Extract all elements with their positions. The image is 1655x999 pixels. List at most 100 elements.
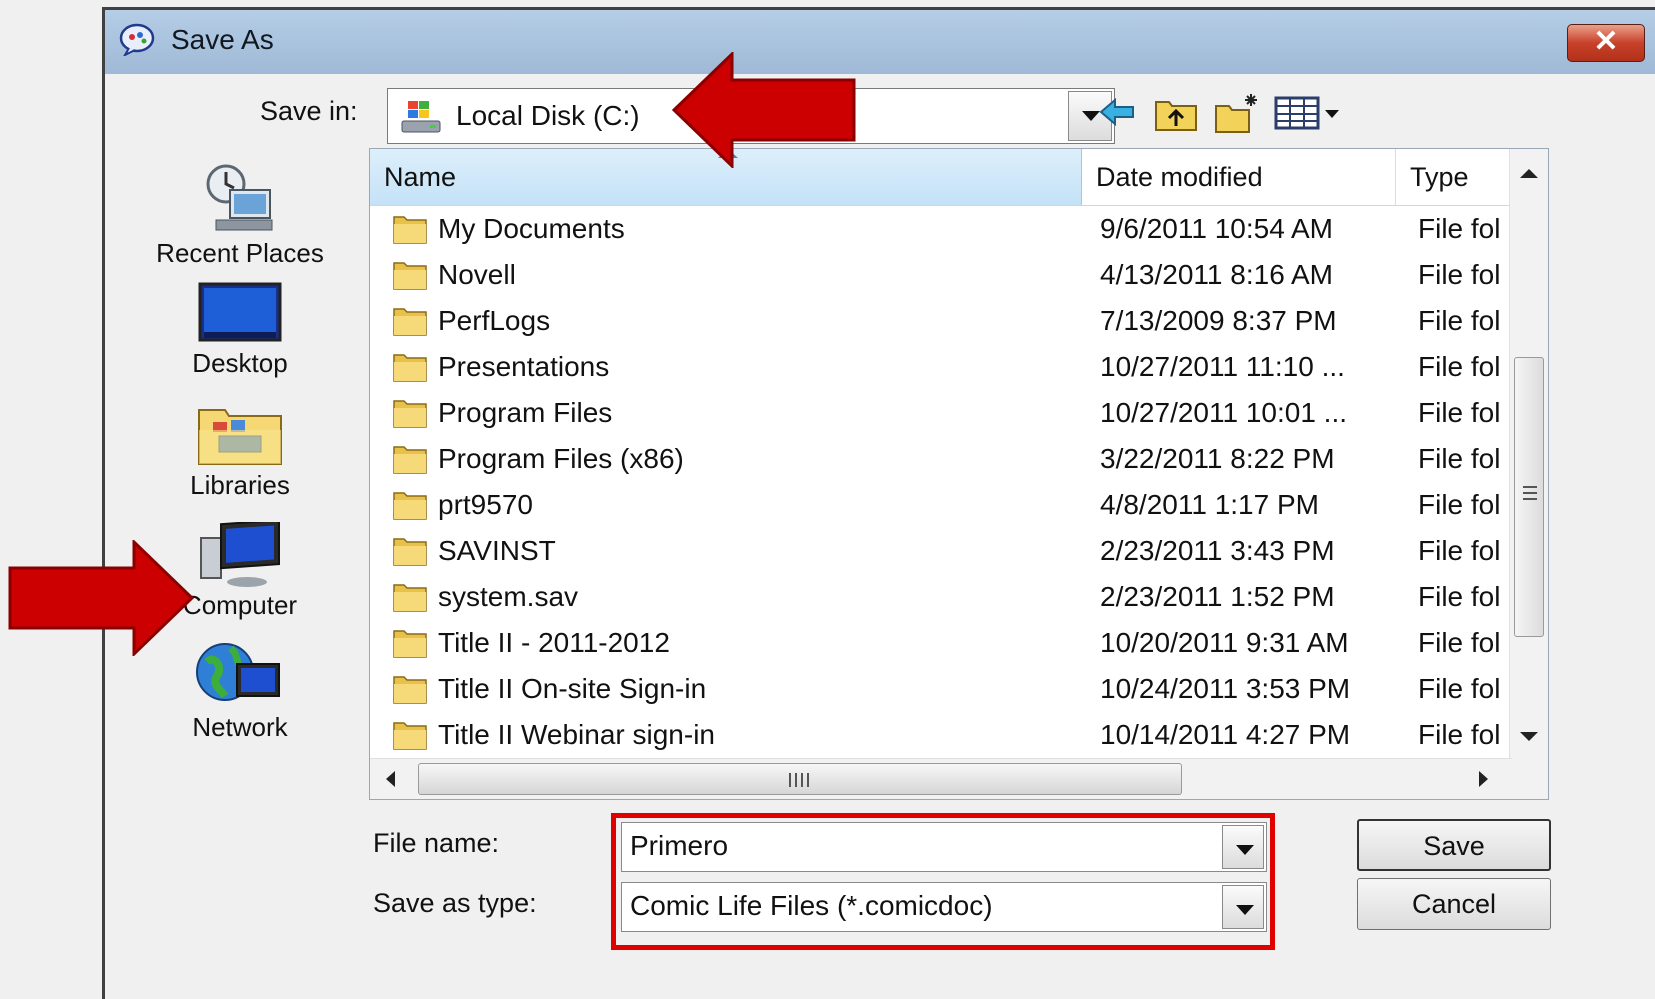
date-modified-cell: 2/23/2011 1:52 PM [1100, 581, 1335, 612]
folder-icon [393, 630, 427, 658]
column-header-row: Name Date modified Type [370, 149, 1548, 206]
place-desktop[interactable]: Desktop [135, 280, 345, 379]
date-modified-cell: 10/20/2011 9:31 AM [1100, 627, 1349, 658]
file-row[interactable]: prt9570 4/8/2011 1:17 PM File fol [370, 481, 1510, 527]
view-menu-icon[interactable] [1273, 90, 1343, 134]
date-modified-cell: 9/6/2011 10:54 AM [1100, 213, 1333, 244]
local-disk-icon [401, 101, 441, 133]
title-bar: Save As ✕ [105, 10, 1655, 74]
network-icon [196, 643, 280, 701]
file-row[interactable]: Program Files (x86) 3/22/2011 8:22 PM File… [370, 435, 1510, 481]
file-row[interactable]: SAVINST 2/23/2011 3:43 PM File fol [370, 527, 1510, 573]
folder-icon [393, 308, 427, 336]
scroll-up-icon[interactable] [1520, 169, 1538, 178]
folder-icon [393, 492, 427, 520]
type-cell: File fol [1418, 397, 1501, 428]
file-name-cell: Program Files [438, 397, 613, 428]
date-modified-cell: 4/13/2011 8:16 AM [1100, 259, 1333, 290]
new-folder-icon[interactable] [1213, 90, 1261, 134]
file-row[interactable]: Title II On-site Sign-in 10/24/2011 3:53 … [370, 665, 1510, 711]
dialog-title: Save As [171, 24, 274, 55]
column-header-label: Name [384, 162, 457, 192]
type-cell: File fol [1418, 489, 1501, 520]
folder-icon [393, 584, 427, 612]
file-name-cell: PerfLogs [438, 305, 551, 336]
vertical-scrollbar[interactable] [1509, 149, 1548, 761]
place-label: Network [192, 712, 288, 742]
date-modified-cell: 7/13/2009 8:37 PM [1100, 305, 1337, 336]
type-cell: File fol [1418, 305, 1501, 336]
date-modified-cell: 10/24/2011 3:53 PM [1100, 673, 1351, 704]
type-cell: File fol [1418, 535, 1501, 566]
highlight-annotation-box [611, 813, 1275, 950]
up-folder-icon[interactable] [1153, 90, 1199, 134]
file-name-label: File name: [373, 828, 500, 858]
save-in-value: Local Disk (C:) [456, 100, 640, 131]
close-button[interactable]: ✕ [1567, 24, 1645, 62]
file-row[interactable]: system.sav 2/23/2011 1:52 PM File fol [370, 573, 1510, 619]
grip-icon [789, 773, 791, 787]
file-name-cell: Program Files (x86) [438, 443, 684, 474]
column-header-label: Type [1410, 162, 1469, 192]
place-libraries[interactable]: Libraries [135, 402, 345, 501]
folder-icon [393, 400, 427, 428]
file-row[interactable]: PerfLogs 7/13/2009 8:37 PM File fol [370, 297, 1510, 343]
file-name-cell: SAVINST [438, 535, 556, 566]
place-label: Desktop [192, 348, 288, 378]
type-cell: File fol [1418, 581, 1501, 612]
file-name-cell: Presentations [438, 351, 610, 382]
scroll-right-icon[interactable] [1479, 771, 1488, 787]
save-as-type-label: Save as type: [373, 888, 537, 918]
type-cell: File fol [1418, 351, 1501, 382]
date-modified-cell: 4/8/2011 1:17 PM [1100, 489, 1319, 520]
type-cell: File fol [1418, 259, 1501, 290]
back-icon[interactable] [1097, 90, 1137, 134]
libraries-icon [198, 409, 282, 465]
file-list[interactable]: Name Date modified Type My Documents 9/6/… [369, 148, 1549, 800]
file-row[interactable]: Title II Webinar sign-in 10/14/2011 4:27 … [370, 711, 1510, 757]
place-label: Recent Places [156, 238, 324, 268]
file-row[interactable]: Title II - 2011-2012 10/20/2011 9:31 AM Fi… [370, 619, 1510, 665]
file-row[interactable]: Program Files 10/27/2011 10:01 ... File fo… [370, 389, 1510, 435]
scroll-left-icon[interactable] [386, 771, 395, 787]
recent-places-icon [206, 164, 273, 231]
app-icon [119, 23, 155, 56]
column-header-date-modified[interactable]: Date modified [1082, 149, 1396, 205]
vertical-scroll-thumb[interactable] [1514, 357, 1544, 637]
save-button[interactable]: Save [1357, 819, 1551, 871]
background-strip [0, 0, 102, 999]
date-modified-cell: 10/27/2011 11:10 ... [1100, 351, 1345, 382]
annotation-arrow-left-icon [672, 52, 856, 168]
scroll-down-icon[interactable] [1520, 732, 1538, 741]
file-row[interactable]: Novell 4/13/2011 8:16 AM File fol [370, 251, 1510, 297]
date-modified-cell: 10/27/2011 10:01 ... [1100, 397, 1348, 428]
folder-icon [393, 722, 427, 750]
type-cell: File fol [1418, 443, 1501, 474]
file-name-cell: Title II Webinar sign-in [438, 719, 715, 750]
column-header-label: Date modified [1096, 162, 1263, 192]
type-cell: File fol [1418, 673, 1501, 704]
folder-icon [393, 354, 427, 382]
file-row[interactable]: Presentations 10/27/2011 11:10 ... File fo… [370, 343, 1510, 389]
computer-icon [200, 522, 280, 587]
file-name-cell: system.sav [438, 581, 579, 612]
folder-icon [393, 676, 427, 704]
save-as-dialog: Save As ✕ Save in: Local Disk (C:) Recen… [102, 7, 1655, 999]
type-cell: File fol [1418, 213, 1501, 244]
horizontal-scrollbar[interactable] [370, 758, 1512, 799]
file-name-cell: Novell [438, 259, 516, 290]
date-modified-cell: 10/14/2011 4:27 PM [1100, 719, 1351, 750]
file-rows: My Documents 9/6/2011 10:54 AM File fol Nov… [370, 205, 1510, 799]
place-label: Libraries [190, 470, 290, 500]
file-row[interactable]: My Documents 9/6/2011 10:54 AM File fol [370, 205, 1510, 251]
type-cell: File fol [1418, 627, 1501, 658]
place-recent-places[interactable]: Recent Places [135, 160, 345, 269]
file-name-cell: prt9570 [438, 489, 533, 520]
cancel-button[interactable]: Cancel [1357, 878, 1551, 930]
folder-icon [393, 538, 427, 566]
file-name-cell: My Documents [438, 213, 625, 244]
horizontal-scroll-thumb[interactable] [418, 763, 1182, 795]
save-in-label: Save in: [260, 96, 358, 126]
date-modified-cell: 3/22/2011 8:22 PM [1100, 443, 1335, 474]
annotation-arrow-right-icon [8, 540, 194, 656]
